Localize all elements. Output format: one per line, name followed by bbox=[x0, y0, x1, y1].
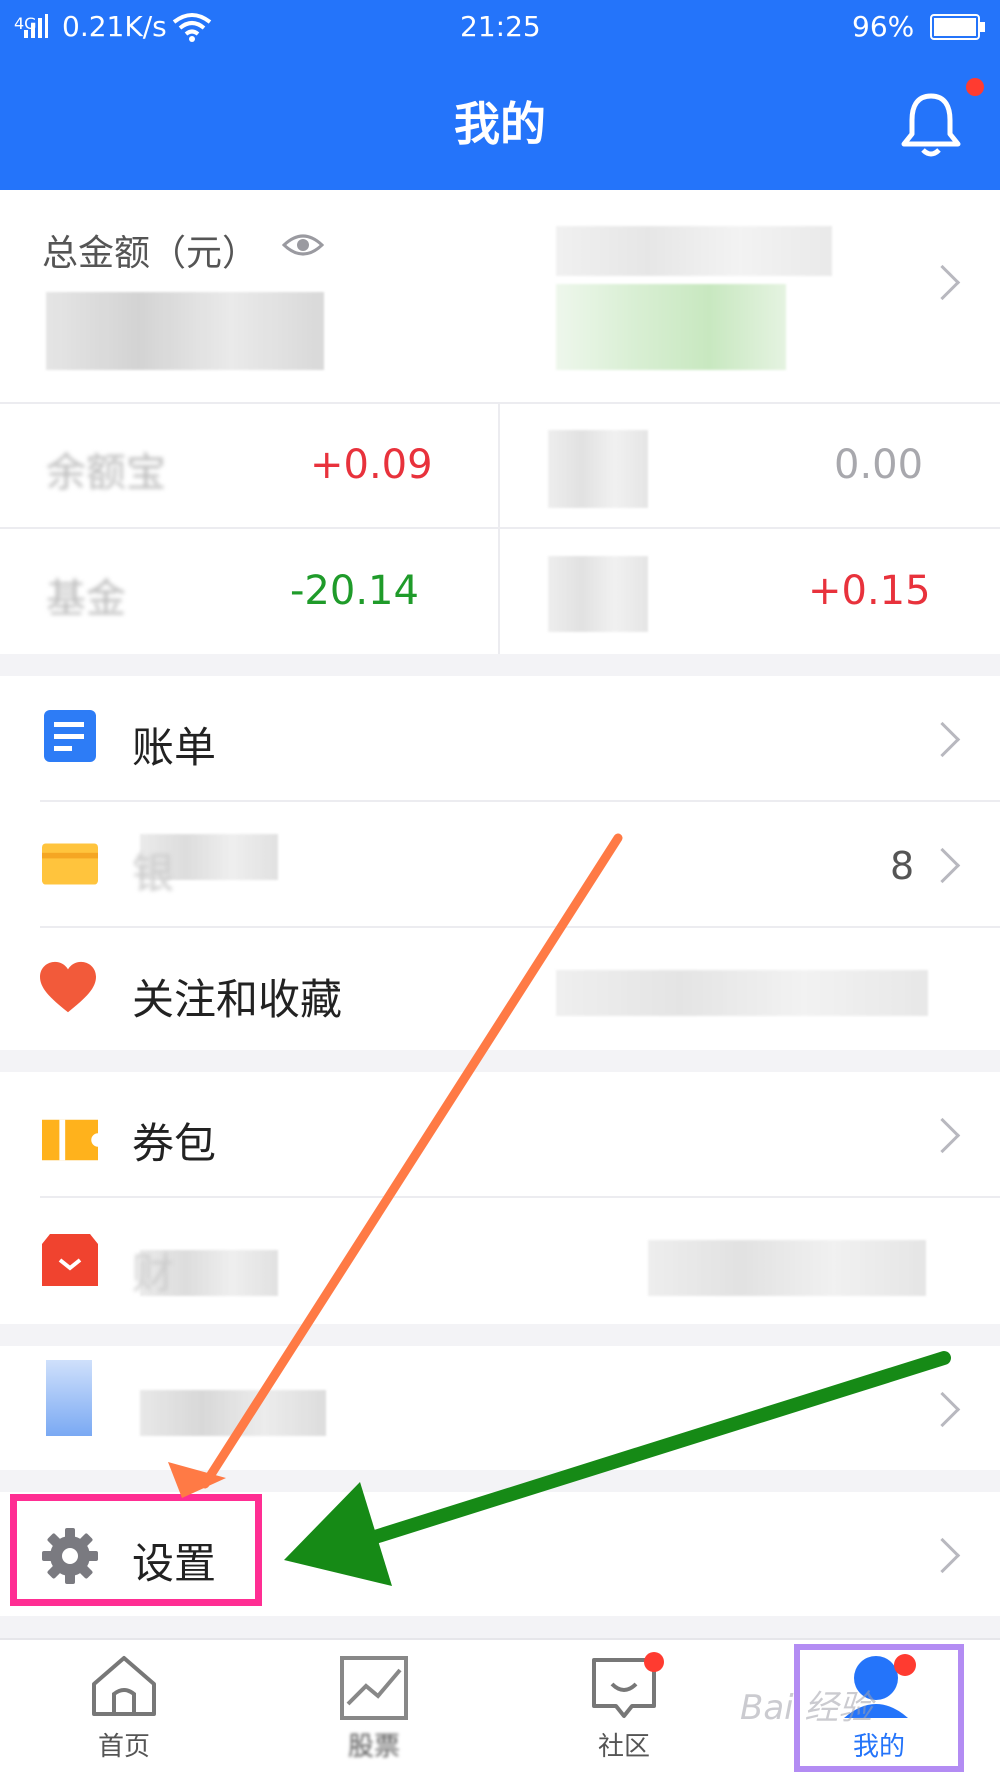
balance-label-blurred[interactable] bbox=[548, 430, 648, 508]
notification-dot bbox=[966, 78, 984, 96]
net-speed: 0.21K/s bbox=[62, 10, 167, 43]
balance-value-yuebao: +0.09 bbox=[310, 442, 433, 488]
favorites-detail-blurred bbox=[556, 970, 928, 1016]
service-icon-blurred bbox=[46, 1360, 92, 1436]
clock: 21:25 bbox=[460, 10, 541, 43]
menu-item-label: 券包 bbox=[132, 1119, 217, 1168]
coupon-icon bbox=[42, 1119, 98, 1161]
total-amount-label: 总金额（元） bbox=[42, 233, 259, 274]
battery-percent: 96% bbox=[852, 10, 915, 43]
nav-label: 股票 bbox=[347, 1732, 400, 1762]
nav-community[interactable]: 社区 bbox=[544, 1640, 704, 1780]
income-label-blurred bbox=[556, 226, 832, 276]
wifi-icon bbox=[172, 13, 212, 42]
watermark: Bai 经验 bbox=[740, 1688, 873, 1728]
shop-icon bbox=[42, 1234, 98, 1286]
income-value-blurred bbox=[556, 284, 786, 370]
divider bbox=[0, 402, 1000, 404]
balance-value-gold: +0.15 bbox=[808, 568, 931, 614]
balance-value-fund: -20.14 bbox=[290, 568, 419, 614]
chart-icon bbox=[340, 1656, 408, 1720]
balance-value-fixed: 0.00 bbox=[834, 442, 924, 488]
service-label-blurred bbox=[140, 1390, 326, 1436]
eye-icon[interactable] bbox=[282, 230, 324, 260]
menu-item-label: 财 bbox=[132, 1249, 175, 1298]
heart-icon bbox=[40, 961, 96, 1013]
home-icon bbox=[92, 1656, 156, 1716]
divider bbox=[0, 527, 1000, 529]
nav-label: 社区 bbox=[597, 1732, 650, 1762]
balance-label-yuebao[interactable]: 余额宝 bbox=[46, 440, 166, 498]
community-notification-dot bbox=[644, 1652, 664, 1672]
total-amount-blurred bbox=[46, 292, 324, 370]
nav-label: 首页 bbox=[97, 1732, 150, 1762]
balance-label-gold-blurred[interactable] bbox=[548, 556, 648, 632]
page-title: 我的 bbox=[454, 97, 546, 151]
battery-icon bbox=[930, 14, 985, 40]
notification-bell-icon[interactable] bbox=[896, 88, 966, 158]
wealth-detail-blurred bbox=[648, 1240, 926, 1296]
signal-icon bbox=[24, 14, 48, 38]
card-icon bbox=[42, 843, 98, 885]
settings-highlight-box bbox=[10, 1494, 262, 1606]
nav-stocks[interactable]: 股票 bbox=[294, 1640, 454, 1780]
nav-home[interactable]: 首页 bbox=[44, 1640, 204, 1780]
menu-item-label: 关注和收藏 bbox=[132, 975, 343, 1024]
menu-item-label: 银 bbox=[132, 849, 175, 898]
top-bar: 4G 0.21K/s 21:25 96% 我的 bbox=[0, 0, 1000, 190]
balance-label-fund[interactable]: 基金 bbox=[46, 566, 126, 624]
menu-item-label: 账单 bbox=[132, 723, 217, 772]
bill-icon bbox=[44, 710, 96, 762]
card-count-badge: 8 bbox=[890, 844, 915, 888]
